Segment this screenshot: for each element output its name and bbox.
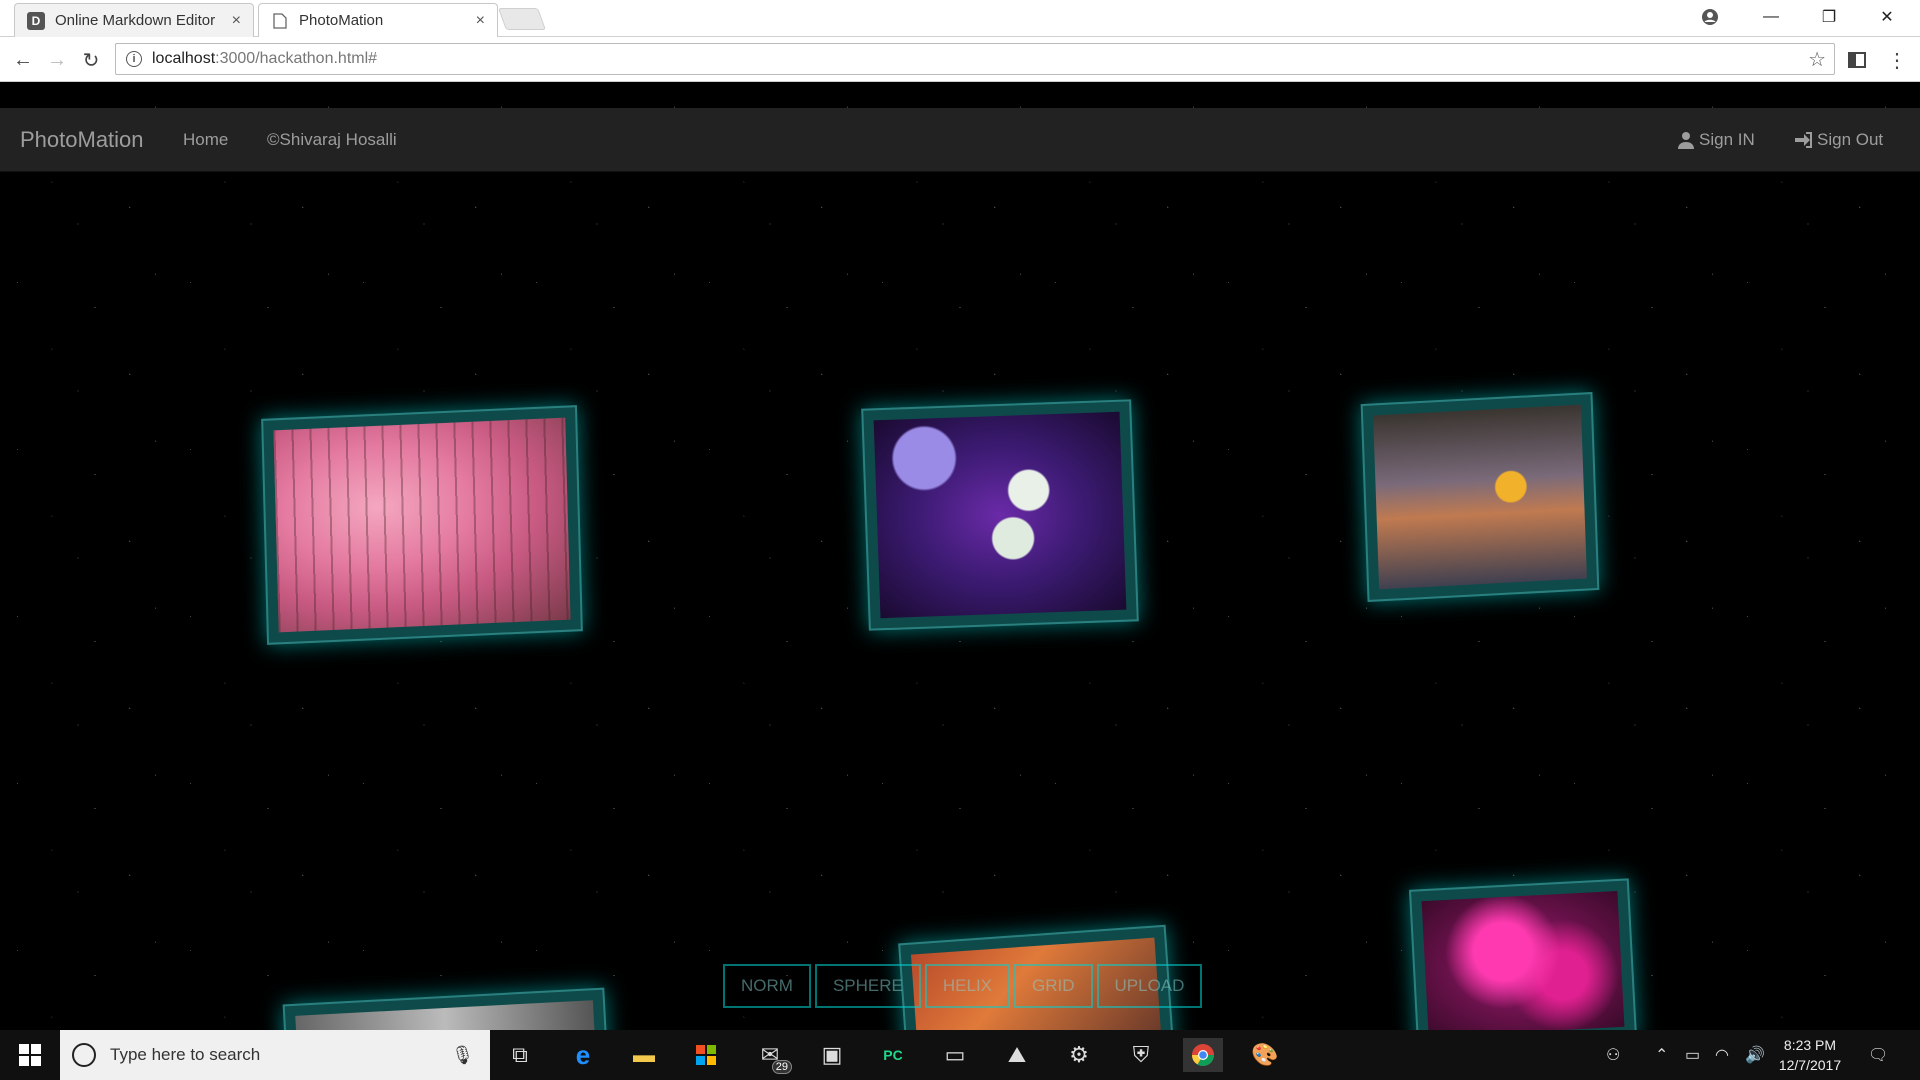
photo-white-flowers	[873, 411, 1127, 619]
nav-home[interactable]: Home	[183, 130, 228, 150]
url-host: localhost	[152, 50, 216, 67]
pycharm-icon[interactable]: PC	[873, 1038, 913, 1072]
browser-titlebar: D Online Markdown Editor × PhotoMation ×…	[0, 0, 1920, 37]
user-icon	[1678, 132, 1694, 149]
chrome-icon[interactable]	[1183, 1038, 1223, 1072]
photo-card[interactable]	[861, 399, 1139, 631]
defender-shield-icon[interactable]: ⛨	[1121, 1038, 1161, 1072]
chevron-up-icon[interactable]: ⌃	[1655, 1030, 1668, 1080]
page-icon	[271, 12, 289, 30]
sign-out-link[interactable]: Sign Out	[1795, 130, 1883, 150]
info-icon[interactable]: i	[126, 51, 142, 67]
grid-button[interactable]: GRID	[1014, 964, 1093, 1008]
photo-card[interactable]	[261, 405, 583, 645]
helix-button[interactable]: HELIX	[924, 964, 1011, 1008]
nav-copyright[interactable]: ©Shivaraj Hosalli	[267, 130, 397, 150]
task-view-icon[interactable]: ⧉	[500, 1038, 540, 1072]
sign-out-label: Sign Out	[1817, 130, 1884, 149]
battery-icon[interactable]: ▭	[1685, 1030, 1700, 1080]
profile-icon[interactable]	[1682, 0, 1738, 34]
address-bar[interactable]: i localhost:3000/hackathon.html# ☆	[115, 43, 1835, 75]
tab-photomation[interactable]: PhotoMation ×	[258, 3, 498, 37]
taskbar-search[interactable]: Type here to search 🎙	[60, 1030, 490, 1080]
restore-icon[interactable]: ❐	[1801, 0, 1857, 34]
sign-in-link[interactable]: Sign IN	[1677, 130, 1755, 150]
close-window-icon[interactable]: ✕	[1859, 0, 1915, 34]
file-explorer-icon[interactable]: ▬	[624, 1038, 664, 1072]
upload-button[interactable]: UPLOAD	[1096, 964, 1203, 1008]
mail-badge: 29	[771, 1060, 792, 1074]
wifi-icon[interactable]: ◠	[1715, 1030, 1729, 1080]
close-icon[interactable]: ×	[476, 12, 485, 30]
layout-mode-buttons: NORM SPHERE HELIX GRID UPLOAD	[723, 964, 1203, 1008]
action-center-icon[interactable]: 🗨	[1868, 1030, 1888, 1080]
reader-icon[interactable]	[1842, 45, 1872, 75]
photo-card[interactable]	[1360, 391, 1600, 603]
terminal-icon[interactable]: ▭	[935, 1038, 975, 1072]
store-icon[interactable]	[686, 1038, 726, 1072]
taskbar-clock[interactable]: 8:23 PM 12/7/2017	[1770, 1035, 1850, 1075]
menu-icon[interactable]: ⋮	[1882, 45, 1912, 75]
new-tab-button[interactable]	[497, 8, 547, 30]
photo-moon-over-sea	[1373, 404, 1587, 590]
windows-taskbar: Type here to search 🎙 ⧉ e ▬ ✉ 29 ▣ PC ▭ ⛰…	[0, 1030, 1920, 1080]
forward-icon[interactable]: →	[42, 45, 72, 75]
sign-in-label: Sign IN	[1699, 130, 1755, 149]
mail-icon[interactable]: ✉ 29	[750, 1038, 792, 1074]
tab-label: PhotoMation	[299, 12, 384, 29]
photo-gray	[295, 1000, 595, 1030]
log-in-icon	[1795, 132, 1812, 148]
edge-icon[interactable]: e	[563, 1038, 603, 1072]
browser-toolbar: ← → ↻ i localhost:3000/hackathon.html# ☆…	[0, 37, 1920, 82]
sphere-button[interactable]: SPHERE	[814, 964, 921, 1008]
tab-label: Online Markdown Editor	[55, 12, 216, 29]
photo-pink-flower-tree	[1421, 890, 1625, 1030]
tab-markdown-editor[interactable]: D Online Markdown Editor ×	[14, 3, 254, 37]
app-icon[interactable]: ▣	[812, 1038, 852, 1072]
bookmark-star-icon[interactable]: ☆	[1808, 47, 1826, 72]
brand-link[interactable]: PhotoMation	[20, 127, 144, 153]
norm-button[interactable]: NORM	[723, 964, 811, 1008]
people-icon[interactable]: ⚇	[1606, 1030, 1620, 1080]
photo-card[interactable]	[1408, 878, 1638, 1030]
settings-gear-icon[interactable]: ⚙	[1059, 1038, 1099, 1072]
windows-start-icon[interactable]	[0, 1030, 60, 1080]
clock-time: 8:23 PM	[1783, 1037, 1837, 1053]
page-canvas: PhotoMation Home ©Shivaraj Hosalli Sign …	[0, 82, 1920, 1030]
search-placeholder: Type here to search	[110, 1045, 261, 1064]
volume-icon[interactable]: 🔊	[1745, 1030, 1765, 1080]
microphone-icon[interactable]: 🎙	[451, 1045, 474, 1066]
minimize-icon[interactable]: —	[1743, 0, 1799, 34]
url-path: :3000/hackathon.html#	[215, 50, 378, 67]
close-icon[interactable]: ×	[232, 12, 241, 30]
back-icon[interactable]: ←	[8, 45, 38, 75]
cortana-icon	[72, 1043, 96, 1067]
clock-date: 12/7/2017	[1778, 1057, 1842, 1073]
site-navbar: PhotoMation Home ©Shivaraj Hosalli Sign …	[0, 108, 1920, 172]
photo-pink-blossom-trees	[273, 417, 571, 633]
reload-icon[interactable]: ↻	[76, 45, 106, 75]
paint-icon[interactable]: 🎨	[1245, 1038, 1285, 1072]
markdown-favicon-icon: D	[27, 11, 45, 30]
photos-app-icon[interactable]: ⛰	[997, 1038, 1037, 1072]
